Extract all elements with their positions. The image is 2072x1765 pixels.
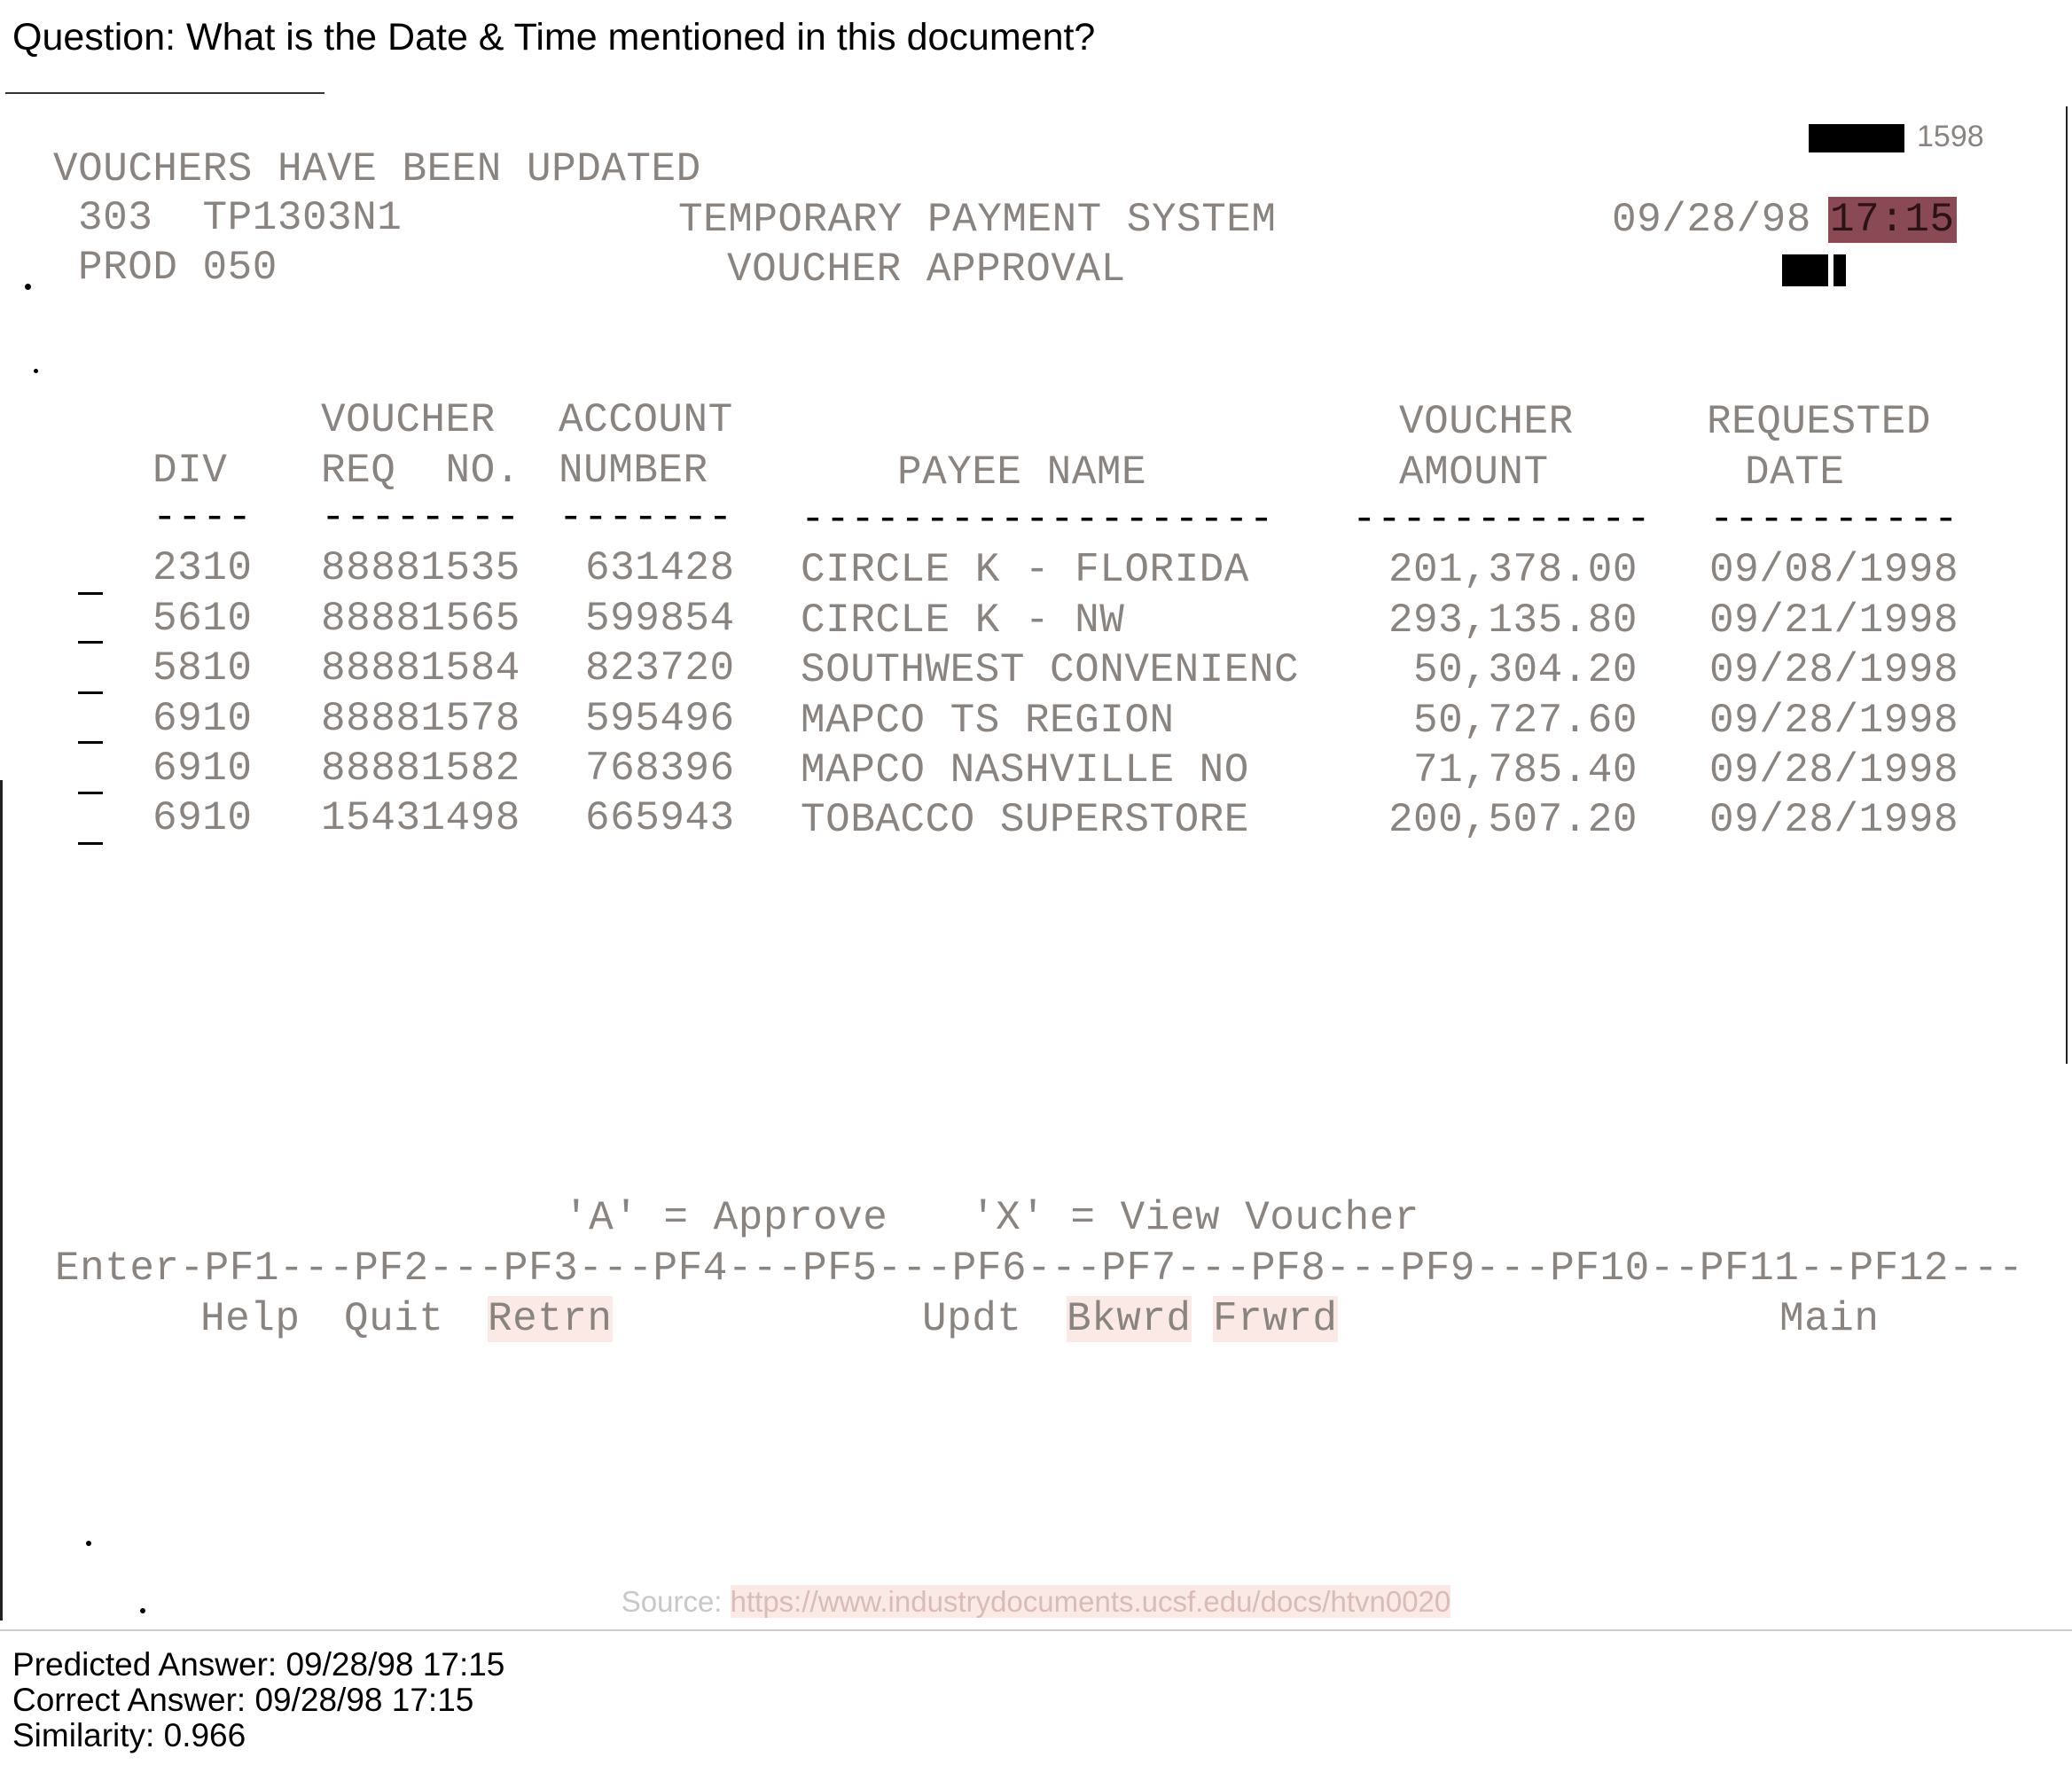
cell-amount: 71,785.40: [1413, 747, 1638, 793]
cell-amount: 201,378.00: [1388, 547, 1638, 593]
cell-amount: 200,507.20: [1388, 797, 1638, 843]
cell-account: 631428: [585, 545, 735, 591]
pf3-return-button[interactable]: Retrn: [488, 1296, 613, 1342]
cell-payee: MAPCO NASHVILLE NO: [801, 747, 1249, 793]
cell-div: 5610: [152, 596, 253, 642]
cell-voucher-no: 88881565: [321, 596, 520, 642]
dash-voucher: --------: [321, 495, 520, 541]
dash-date: ----------: [1709, 496, 1959, 543]
cell-account: 823720: [585, 645, 735, 691]
source-link[interactable]: https://www.industrydocuments.ucsf.edu/d…: [730, 1585, 1451, 1618]
pf12-main-button[interactable]: Main: [1779, 1296, 1879, 1342]
pf-keys-line: Enter-PF1---PF2---PF3---PF4---PF5---PF6-…: [55, 1246, 2024, 1292]
cell-payee: TOBACCO SUPERSTORE: [801, 797, 1249, 843]
header-payee: PAYEE NAME: [897, 449, 1147, 496]
redaction-block-small: [1834, 254, 1846, 286]
header-time: 17:15: [1828, 197, 1957, 243]
redaction-block: [1782, 254, 1828, 286]
cell-date: 09/21/1998: [1709, 597, 1959, 644]
cell-div: 6910: [152, 696, 253, 742]
cell-div: 5810: [152, 645, 253, 691]
cell-amount: 50,304.20: [1413, 647, 1638, 693]
row-select-marker[interactable]: [78, 741, 103, 744]
system-title: TEMPORARY PAYMENT SYSTEM: [678, 197, 1277, 243]
cell-div: 6910: [152, 746, 253, 792]
screen-title: VOUCHER APPROVAL: [727, 246, 1126, 293]
cell-date: 09/28/1998: [1709, 797, 1959, 843]
cell-account: 768396: [585, 746, 735, 792]
cell-account: 599854: [585, 596, 735, 642]
predicted-answer: Predicted Answer: 09/28/98 17:15: [12, 1646, 505, 1683]
program-code: 303 TP1303N1: [78, 195, 403, 241]
row-select-marker[interactable]: [78, 691, 103, 694]
scan-speck: [34, 369, 38, 373]
pf8-forward-button[interactable]: Frwrd: [1213, 1296, 1338, 1342]
header-amount-top: VOUCHER: [1399, 399, 1574, 445]
pf6-update-button[interactable]: Updt: [922, 1296, 1021, 1342]
cell-payee: CIRCLE K - FLORIDA: [801, 547, 1249, 593]
doc-number: 1598: [1917, 120, 1984, 153]
header-date-bottom: DATE: [1745, 449, 1845, 496]
top-rule: [5, 92, 324, 94]
dash-account: -------: [559, 495, 733, 541]
dash-amount: ------------: [1352, 496, 1652, 543]
correct-answer: Correct Answer: 09/28/98 17:15: [12, 1682, 474, 1718]
legend-view-voucher: 'X' = View Voucher: [971, 1195, 1419, 1241]
cell-div: 2310: [152, 545, 253, 591]
cell-voucher-no: 88881535: [321, 545, 520, 591]
header-voucher-top: VOUCHER: [321, 397, 496, 443]
cell-account: 595496: [585, 696, 735, 742]
cell-voucher-no: 88881584: [321, 645, 520, 691]
header-voucher-bottom: REQ NO.: [321, 448, 520, 494]
cell-voucher-no: 88881582: [321, 746, 520, 792]
cell-div: 6910: [152, 795, 253, 841]
header-div: DIV: [152, 448, 228, 494]
pf1-help-button[interactable]: Help: [200, 1296, 300, 1342]
scan-edge-left: [0, 780, 3, 1621]
cell-date: 09/08/1998: [1709, 547, 1959, 593]
header-amount-bottom: AMOUNT: [1399, 449, 1549, 496]
cell-voucher-no: 88881578: [321, 696, 520, 742]
similarity-score: Similarity: 0.966: [12, 1717, 246, 1753]
cell-date: 09/28/1998: [1709, 698, 1959, 744]
dash-div: ----: [152, 495, 253, 541]
cell-payee: MAPCO TS REGION: [801, 698, 1175, 744]
answer-divider: [0, 1629, 2072, 1631]
pf7-backward-button[interactable]: Bkwrd: [1067, 1296, 1192, 1342]
pf2-quit-button[interactable]: Quit: [344, 1296, 443, 1342]
header-date: 09/28/98: [1612, 197, 1811, 243]
cell-payee: SOUTHWEST CONVENIENC: [801, 647, 1300, 693]
cell-amount: 293,135.80: [1388, 597, 1638, 644]
cell-payee: CIRCLE K - NW: [801, 597, 1125, 644]
cell-account: 665943: [585, 795, 735, 841]
header-account-top: ACCOUNT: [559, 397, 733, 443]
scan-edge-right: [2066, 106, 2068, 1064]
cell-voucher-no: 15431498: [321, 795, 520, 841]
cell-amount: 50,727.60: [1413, 698, 1638, 744]
question-text: Question: What is the Date & Time mentio…: [12, 16, 1096, 59]
row-select-marker[interactable]: [78, 842, 103, 845]
legend-approve: 'A' = Approve: [564, 1195, 888, 1241]
cell-date: 09/28/1998: [1709, 647, 1959, 693]
cell-date: 09/28/1998: [1709, 747, 1959, 793]
source-label: Source:: [621, 1585, 731, 1618]
scan-speck: [25, 284, 31, 290]
status-message: VOUCHERS HAVE BEEN UPDATED: [53, 146, 701, 192]
row-select-marker[interactable]: [78, 792, 103, 794]
environment-code: PROD 050: [78, 245, 278, 291]
row-select-marker[interactable]: [78, 592, 103, 595]
dash-payee: -------------------: [801, 496, 1274, 543]
row-select-marker[interactable]: [78, 641, 103, 644]
redaction-bar: [1809, 124, 1904, 152]
source-citation: Source: https://www.industrydocuments.uc…: [0, 1585, 2072, 1619]
scan-speck: [86, 1541, 91, 1546]
header-account-bottom: NUMBER: [559, 448, 708, 494]
header-date-top: REQUESTED: [1707, 399, 1931, 445]
